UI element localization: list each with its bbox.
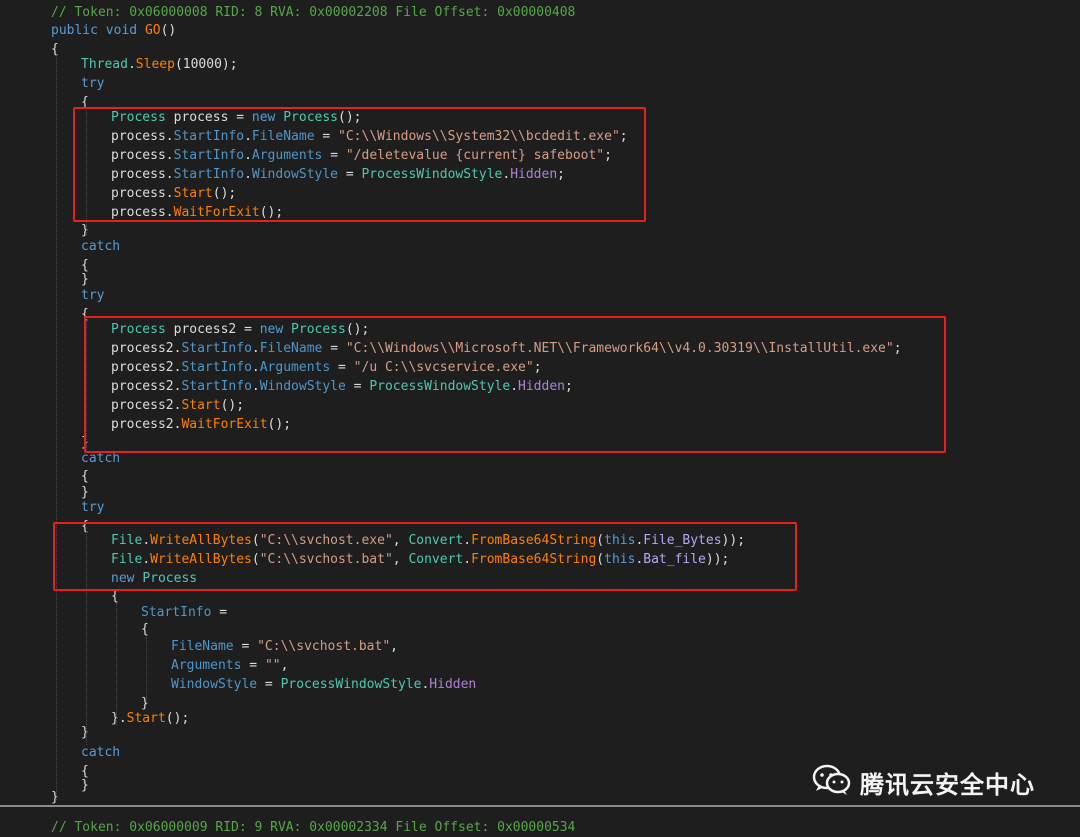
code-line[interactable]: {: [141, 620, 149, 639]
indent-guide: [56, 55, 57, 800]
code-token: try: [81, 500, 105, 515]
code-editor[interactable]: // Token: 0x06000008 RID: 8 RVA: 0x00002…: [0, 0, 1080, 835]
code-token: }: [51, 790, 59, 805]
code-token: Thread: [81, 57, 128, 72]
code-token: catch: [81, 451, 121, 466]
code-token: =: [249, 658, 258, 673]
code-token: .: [127, 57, 136, 72]
code-token: FileName: [171, 639, 234, 654]
code-token: {: [141, 622, 149, 637]
code-token: 10000: [182, 57, 222, 72]
code-token: Hidden: [429, 677, 477, 692]
code-token: ;: [229, 57, 238, 72]
code-token: "": [264, 658, 281, 673]
watermark-text: 腾讯云安全中心: [860, 770, 1035, 799]
code-token: }: [81, 725, 89, 740]
code-token: catch: [81, 239, 121, 254]
code-line[interactable]: Arguments = "",: [171, 656, 288, 675]
code-token: {: [81, 469, 89, 484]
code-token: {: [111, 589, 119, 604]
code-token: public: [51, 23, 98, 38]
code-token: (: [165, 711, 174, 726]
indent-guide: [116, 603, 117, 725]
code-line[interactable]: FileName = "C:\\svchost.bat",: [171, 637, 398, 656]
highlight-box: [53, 522, 797, 591]
code-token: void: [105, 23, 138, 38]
code-token: StartInfo: [141, 605, 212, 620]
code-line[interactable]: }.Start();: [111, 709, 189, 728]
code-token: .: [118, 711, 127, 726]
code-token: }: [81, 272, 89, 287]
code-line[interactable]: // Token: 0x06000009 RID: 9 RVA: 0x00002…: [51, 818, 575, 837]
code-line[interactable]: // Token: 0x06000008 RID: 8 RVA: 0x00002…: [51, 3, 575, 22]
code-token: =: [219, 605, 228, 620]
code-line[interactable]: try: [81, 286, 104, 305]
indent-guide: [146, 637, 147, 705]
code-line[interactable]: {: [51, 40, 59, 59]
code-token: ,: [280, 658, 289, 673]
code-token: }: [81, 223, 89, 238]
code-token: try: [81, 76, 105, 91]
code-line[interactable]: catch: [81, 743, 120, 762]
code-line[interactable]: catch: [81, 237, 120, 256]
code-token: ProcessWindowStyle: [280, 677, 422, 692]
code-token: Start: [126, 711, 166, 726]
code-token: ,: [390, 639, 398, 654]
code-token: catch: [81, 745, 121, 760]
code-token: "C:\\svchost.bat": [257, 639, 391, 654]
code-token: }: [111, 711, 119, 726]
code-token: GO: [144, 23, 161, 38]
code-token: (: [174, 57, 183, 72]
code-line[interactable]: try: [81, 74, 104, 93]
code-line[interactable]: }: [81, 776, 89, 795]
code-token: WindowStyle: [171, 677, 258, 692]
code-token: ;: [181, 711, 190, 726]
wechat-icon: [812, 764, 852, 800]
code-token: ): [168, 23, 177, 38]
code-line[interactable]: public void GO(): [51, 21, 176, 40]
method-separator: [0, 805, 1080, 807]
code-token: }: [81, 778, 89, 793]
code-line[interactable]: Thread.Sleep(10000);: [81, 55, 238, 74]
code-line[interactable]: }: [81, 723, 89, 742]
code-token: // Token: 0x06000009 RID: 9 RVA: 0x00002…: [51, 820, 576, 835]
code-token: =: [264, 677, 273, 692]
code-line[interactable]: try: [81, 498, 104, 517]
code-line[interactable]: WindowStyle = ProcessWindowStyle.Hidden: [171, 675, 476, 694]
code-token: {: [51, 42, 59, 57]
watermark: 腾讯云安全中心: [812, 762, 1035, 802]
code-token: Arguments: [171, 658, 242, 673]
code-token: ): [221, 57, 230, 72]
code-line[interactable]: StartInfo =: [141, 603, 227, 622]
code-token: // Token: 0x06000008 RID: 8 RVA: 0x00002…: [51, 5, 576, 20]
code-token: Sleep: [135, 57, 175, 72]
highlight-box: [73, 107, 646, 222]
highlight-box: [84, 316, 946, 453]
code-token: try: [81, 288, 105, 303]
